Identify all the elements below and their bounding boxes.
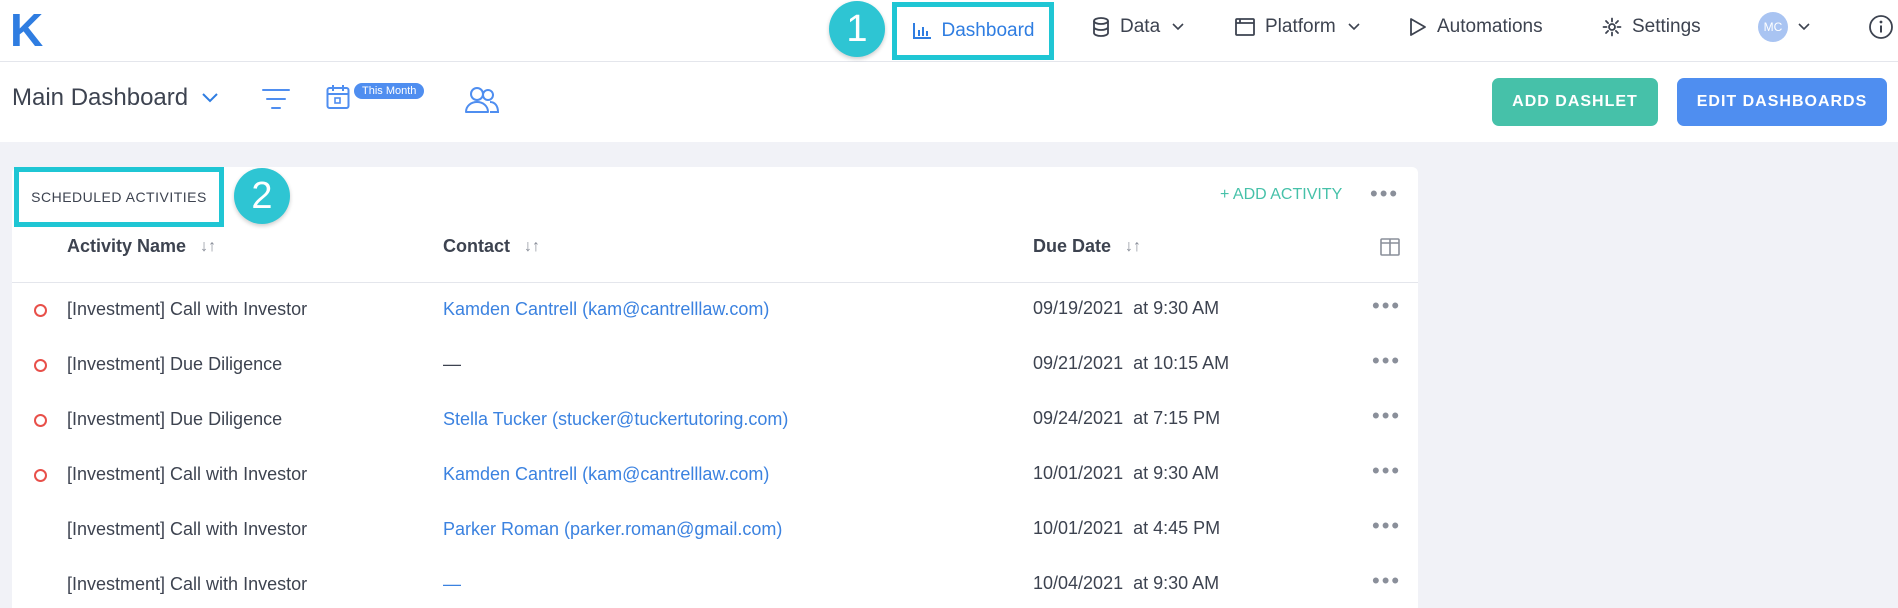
due-date: 10/04/2021 at 9:30 AM: [1033, 573, 1219, 594]
contact-link[interactable]: Stella Tucker (stucker@tuckertutoring.co…: [443, 409, 788, 430]
row-more-menu[interactable]: •••: [1372, 568, 1401, 594]
due-date-time: at 10:15 AM: [1133, 353, 1230, 373]
table-row[interactable]: [Investment] Call with Investor Kamden Ca…: [12, 448, 1418, 503]
activity-name[interactable]: [Investment] Due Diligence: [67, 409, 282, 430]
column-header-label: Due Date: [1033, 236, 1112, 256]
row-more-menu[interactable]: •••: [1372, 458, 1401, 484]
user-menu[interactable]: MC: [1758, 0, 1810, 54]
due-date-time: at 9:30 AM: [1133, 298, 1220, 318]
table-row[interactable]: [Investment] Due Diligence — 09/21/2021 at …: [12, 338, 1418, 393]
chevron-down-icon: [202, 93, 218, 103]
filter-icon[interactable]: [262, 88, 290, 110]
sort-icon[interactable]: ↓↑: [524, 238, 540, 256]
add-dashlet-button[interactable]: ADD DASHLET: [1492, 78, 1658, 126]
due-date-time: at 9:30 AM: [1133, 463, 1220, 483]
status-circle-icon[interactable]: [34, 414, 47, 427]
dashboard-selector[interactable]: Main Dashboard: [12, 84, 218, 112]
nav-settings-label: Settings: [1632, 16, 1701, 37]
due-date: 09/19/2021 at 9:30 AM: [1033, 298, 1219, 319]
due-date: 09/21/2021 at 10:15 AM: [1033, 353, 1229, 374]
column-header-activity[interactable]: Activity Name ↓↑: [67, 236, 216, 257]
contact-link: —: [443, 574, 461, 594]
due-date-time: at 9:30 AM: [1133, 573, 1220, 593]
activity-name[interactable]: [Investment] Call with Investor: [67, 299, 307, 320]
column-header-label: Activity Name: [67, 236, 187, 256]
info-button[interactable]: [1868, 0, 1894, 54]
sort-icon[interactable]: ↓↑: [1125, 238, 1141, 256]
date-range-badge[interactable]: This Month: [354, 83, 425, 99]
due-date-day: 09/24/2021: [1033, 408, 1124, 428]
nav-dashboard[interactable]: Dashboard: [892, 2, 1054, 60]
contact-link: —: [443, 354, 461, 374]
dashboard-toolbar: Main Dashboard This Month ADD DASHLET ED…: [0, 62, 1898, 142]
bar-chart-icon: [912, 23, 931, 39]
nav-settings[interactable]: Settings: [1602, 0, 1701, 54]
activity-name[interactable]: [Investment] Due Diligence: [67, 354, 282, 375]
callout-badge-2: 2: [234, 168, 290, 224]
database-icon: [1093, 17, 1109, 37]
column-layout-icon[interactable]: [1380, 238, 1400, 256]
play-icon: [1410, 18, 1426, 36]
row-more-menu[interactable]: •••: [1372, 403, 1401, 429]
due-date-day: 10/01/2021: [1033, 518, 1124, 538]
nav-automations-label: Automations: [1437, 16, 1543, 37]
sort-icon[interactable]: ↓↑: [200, 238, 216, 256]
row-more-menu[interactable]: •••: [1372, 293, 1401, 319]
app-logo[interactable]: K: [10, 6, 43, 54]
gear-icon: [1602, 17, 1622, 37]
column-header-due-date[interactable]: Due Date ↓↑: [1033, 236, 1141, 257]
status-circle-icon[interactable]: [34, 359, 47, 372]
users-icon[interactable]: [464, 86, 500, 114]
card-more-menu[interactable]: •••: [1370, 181, 1399, 207]
due-date: 10/01/2021 at 9:30 AM: [1033, 463, 1219, 484]
column-header-contact[interactable]: Contact ↓↑: [443, 236, 540, 257]
window-icon: [1235, 18, 1255, 36]
status-circle-icon[interactable]: [34, 469, 47, 482]
calendar-icon[interactable]: [326, 84, 350, 110]
activity-name[interactable]: [Investment] Call with Investor: [67, 574, 307, 595]
due-date: 09/24/2021 at 7:15 PM: [1033, 408, 1220, 429]
due-date-day: 10/01/2021: [1033, 463, 1124, 483]
due-date-time: at 7:15 PM: [1133, 408, 1221, 428]
table-row[interactable]: [Investment] Call with Investor Parker Ro…: [12, 503, 1418, 558]
chevron-down-icon: [1798, 23, 1810, 31]
contact-link[interactable]: Parker Roman (parker.roman@gmail.com): [443, 519, 782, 540]
chevron-down-icon: [1348, 23, 1360, 31]
page-title: Main Dashboard: [12, 84, 189, 111]
nav-dashboard-label: Dashboard: [941, 20, 1035, 41]
nav-data-label: Data: [1120, 16, 1161, 37]
nav-automations[interactable]: Automations: [1409, 0, 1543, 54]
nav-platform-label: Platform: [1265, 16, 1336, 37]
contact-link[interactable]: Kamden Cantrell (kam@cantrelllaw.com): [443, 299, 769, 320]
row-more-menu[interactable]: •••: [1372, 348, 1401, 374]
nav-platform[interactable]: Platform: [1235, 0, 1360, 54]
table-row[interactable]: [Investment] Due Diligence Stella Tucker …: [12, 393, 1418, 448]
avatar: MC: [1758, 12, 1788, 42]
card-title: SCHEDULED ACTIVITIES: [14, 167, 224, 227]
column-header-label: Contact: [443, 236, 510, 256]
table-row[interactable]: [Investment] Call with Investor Kamden Ca…: [12, 283, 1418, 338]
due-date-day: 09/19/2021: [1033, 298, 1124, 318]
due-date-day: 09/21/2021: [1033, 353, 1124, 373]
top-navigation: K Dashboard Data Platform Automations Se…: [0, 0, 1898, 62]
nav-data[interactable]: Data: [1092, 0, 1184, 54]
due-date-time: at 4:45 PM: [1133, 518, 1221, 538]
edit-dashboards-button[interactable]: EDIT DASHBOARDS: [1677, 78, 1887, 126]
due-date: 10/01/2021 at 4:45 PM: [1033, 518, 1220, 539]
table-row[interactable]: [Investment] Call with Investor — 10/04/20…: [12, 558, 1418, 608]
due-date-day: 10/04/2021: [1033, 573, 1124, 593]
row-more-menu[interactable]: •••: [1372, 513, 1401, 539]
info-icon: [1869, 15, 1893, 39]
activity-name[interactable]: [Investment] Call with Investor: [67, 464, 307, 485]
status-circle-icon[interactable]: [34, 304, 47, 317]
chevron-down-icon: [1172, 23, 1184, 31]
activity-name[interactable]: [Investment] Call with Investor: [67, 519, 307, 540]
contact-link[interactable]: Kamden Cantrell (kam@cantrelllaw.com): [443, 464, 769, 485]
add-activity-link[interactable]: + ADD ACTIVITY: [1220, 186, 1342, 204]
callout-badge-1: 1: [829, 1, 885, 57]
